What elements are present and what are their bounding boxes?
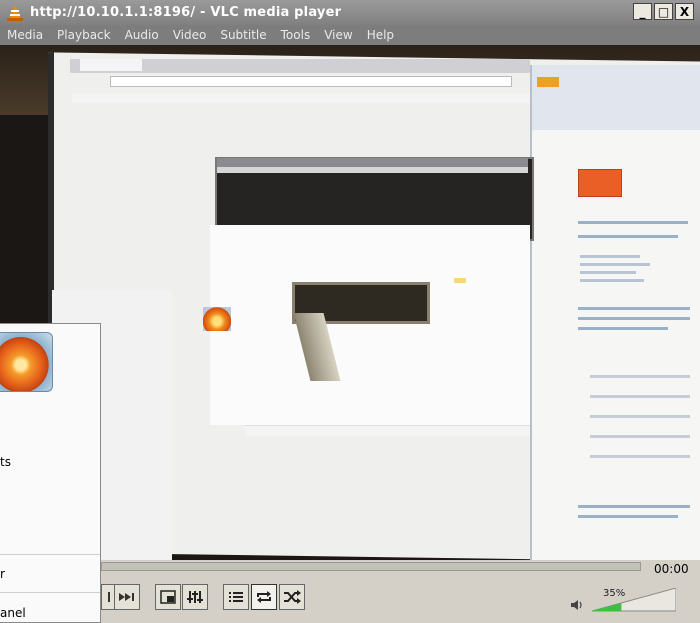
shuffle-button[interactable] — [279, 584, 305, 610]
maximize-button[interactable]: □ — [654, 3, 673, 20]
filmed-doc-line — [578, 317, 690, 320]
menu-help[interactable]: Help — [360, 25, 401, 45]
loop-icon — [257, 591, 271, 603]
filmed-toolbar — [245, 425, 530, 436]
window-controls: _ □ X — [633, 3, 694, 20]
filmed-doc-line — [580, 271, 636, 274]
start-menu-divider — [0, 592, 100, 593]
close-button[interactable]: X — [675, 3, 694, 20]
playlist-button[interactable] — [223, 584, 249, 610]
loop-button[interactable] — [251, 584, 277, 610]
minimize-button[interactable]: _ — [633, 3, 652, 20]
elapsed-time: 00:00 — [654, 562, 689, 576]
speaker-icon[interactable] — [570, 598, 584, 615]
filmed-doc-line — [590, 375, 690, 378]
filmed-doc-line — [590, 455, 690, 458]
fullscreen-icon — [160, 590, 176, 604]
skip-next-icon — [119, 593, 134, 601]
filmed-doc-line — [580, 255, 640, 258]
menu-view[interactable]: View — [317, 25, 359, 45]
filmed-doc-line — [578, 307, 690, 310]
video-surface[interactable] — [0, 45, 700, 560]
filmed-doc-line — [580, 263, 650, 266]
filmed-bookmarks-bar — [72, 93, 532, 103]
filmed-doc-line — [578, 327, 668, 330]
title-bar: http://10.10.1.1:8196/ - VLC media playe… — [0, 0, 700, 25]
menu-video[interactable]: Video — [166, 25, 214, 45]
filmed-word-file-tab — [537, 77, 559, 87]
window-title: http://10.10.1.1:8196/ - VLC media playe… — [30, 5, 342, 20]
filmed-vlc-titlebar — [217, 158, 528, 167]
menu-media[interactable]: Media — [0, 25, 50, 45]
filmed-doc-line — [578, 515, 678, 518]
filmed-flower-avatar — [203, 307, 231, 331]
next-button[interactable] — [114, 584, 140, 610]
vlc-cone-icon — [6, 4, 24, 22]
extended-settings-icon — [187, 591, 203, 603]
filmed-doc-line — [590, 435, 690, 438]
user-avatar[interactable] — [0, 332, 53, 392]
filmed-orange-block — [578, 169, 622, 197]
menu-subtitle[interactable]: Subtitle — [213, 25, 273, 45]
start-menu-item[interactable]: ts — [0, 455, 11, 469]
filmed-doc-line — [578, 221, 688, 224]
filmed-doc-line — [578, 505, 690, 508]
filmed-doc-line — [580, 279, 644, 282]
seek-slider[interactable] — [101, 562, 641, 571]
filmed-word-document — [530, 65, 700, 560]
start-menu-item[interactable]: anel — [0, 606, 26, 620]
filmed-doc-line — [590, 395, 690, 398]
filmed-vlc-menubar — [217, 167, 528, 173]
start-menu-divider — [0, 554, 100, 555]
filmed-yellow-spot — [454, 278, 466, 283]
start-menu-overlay: ts r anel — [0, 323, 101, 623]
shuffle-icon — [284, 590, 301, 604]
volume-percent: 35% — [603, 588, 626, 599]
filmed-doc-line — [578, 235, 678, 238]
menu-bar: Media Playback Audio Video Subtitle Tool… — [0, 25, 700, 45]
playlist-icon — [229, 592, 243, 602]
filmed-browser-tab — [80, 59, 142, 71]
start-menu-item[interactable]: r — [0, 567, 5, 581]
fullscreen-button[interactable] — [155, 584, 181, 610]
filmed-screen-glare — [210, 225, 530, 425]
filmed-doc-line — [590, 415, 690, 418]
filmed-browser-urlbar — [110, 76, 512, 87]
menu-audio[interactable]: Audio — [118, 25, 166, 45]
extended-settings-button[interactable] — [182, 584, 208, 610]
menu-tools[interactable]: Tools — [274, 25, 318, 45]
menu-playback[interactable]: Playback — [50, 25, 118, 45]
filmed-word-ribbon — [532, 65, 700, 130]
